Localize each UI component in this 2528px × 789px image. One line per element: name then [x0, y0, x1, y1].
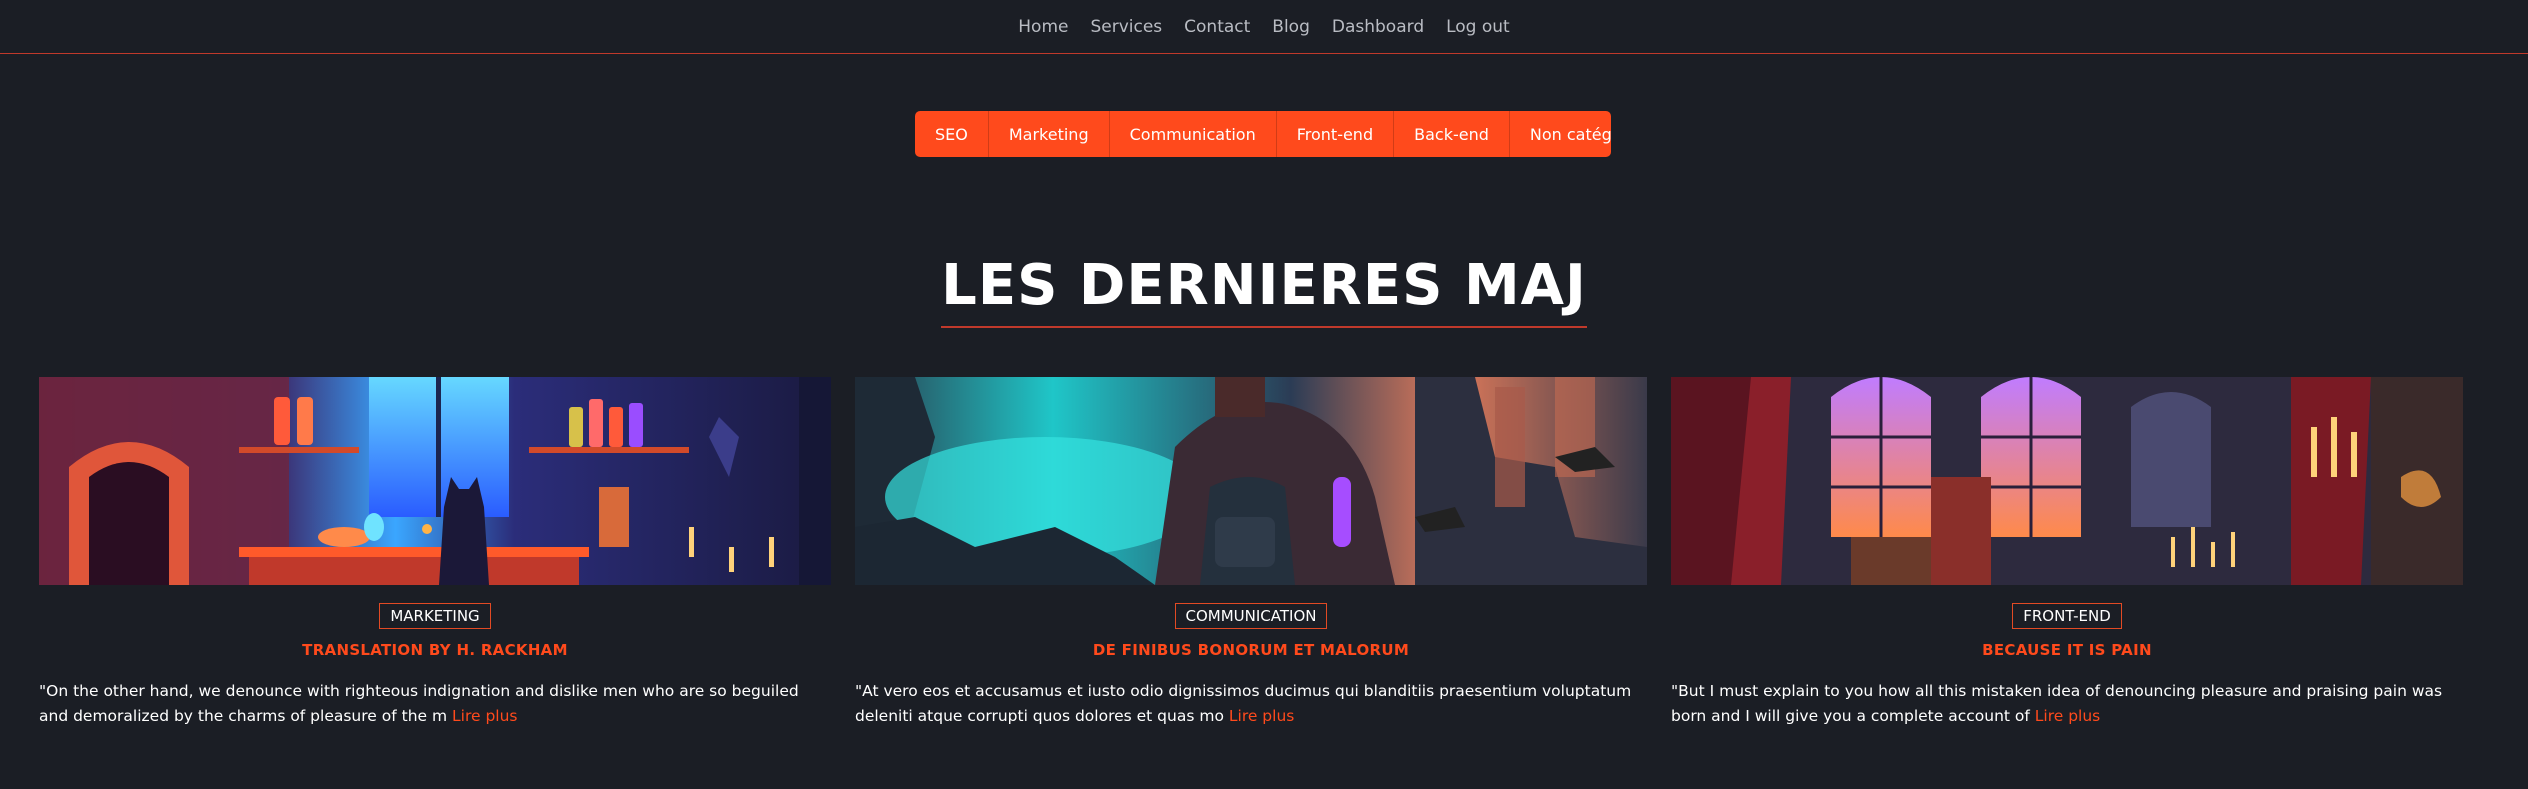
post-card: FRONT-END BECAUSE IT IS PAIN "But I must…	[1671, 377, 2463, 777]
nav-blog-link[interactable]: Blog	[1272, 17, 1310, 37]
category-frontend-button[interactable]: Front-end	[1277, 111, 1395, 157]
nav-logout-link[interactable]: Log out	[1446, 17, 1510, 37]
category-filter-bar: SEO Marketing Communication Front-end Ba…	[915, 111, 1611, 157]
nav-dashboard-link[interactable]: Dashboard	[1332, 17, 1424, 37]
post-excerpt: "At vero eos et accusamus et iusto odio …	[855, 679, 1647, 729]
read-more-link[interactable]: Lire plus	[452, 707, 517, 725]
post-thumbnail-image[interactable]	[1671, 377, 2463, 585]
post-category-badge[interactable]: MARKETING	[379, 603, 491, 629]
post-title[interactable]: BECAUSE IT IS PAIN	[1671, 641, 2463, 659]
category-seo-button[interactable]: SEO	[915, 111, 989, 157]
post-title[interactable]: DE FINIBUS BONORUM ET MALORUM	[855, 641, 1647, 659]
read-more-link[interactable]: Lire plus	[2035, 707, 2100, 725]
top-navigation: Home Services Contact Blog Dashboard Log…	[0, 0, 2528, 54]
post-card: COMMUNICATION DE FINIBUS BONORUM ET MALO…	[855, 377, 1647, 777]
witch-cat-room-illustration	[39, 377, 831, 585]
category-uncategorized-button[interactable]: Non catégorisé	[1510, 111, 1611, 157]
post-thumbnail-image[interactable]	[39, 377, 831, 585]
post-card: MARKETING TRANSLATION BY H. RACKHAM "On …	[39, 377, 831, 777]
gothic-interior-illustration	[1671, 377, 2463, 585]
section-header: LES DERNIERES MAJ	[0, 254, 2528, 328]
nav-contact-link[interactable]: Contact	[1184, 17, 1250, 37]
post-excerpt: "But I must explain to you how all this …	[1671, 679, 2463, 729]
category-backend-button[interactable]: Back-end	[1394, 111, 1510, 157]
section-title: LES DERNIERES MAJ	[941, 254, 1587, 328]
post-excerpt-text: "On the other hand, we denounce with rig…	[39, 682, 799, 725]
category-marketing-button[interactable]: Marketing	[989, 111, 1110, 157]
nav-home-link[interactable]: Home	[1018, 17, 1068, 37]
post-excerpt: "On the other hand, we denounce with rig…	[39, 679, 831, 729]
category-communication-button[interactable]: Communication	[1110, 111, 1277, 157]
read-more-link[interactable]: Lire plus	[1229, 707, 1294, 725]
post-category-badge[interactable]: FRONT-END	[2012, 603, 2122, 629]
post-category-badge[interactable]: COMMUNICATION	[1174, 603, 1328, 629]
nav-services-link[interactable]: Services	[1090, 17, 1162, 37]
post-thumbnail-image[interactable]	[855, 377, 1647, 585]
post-title[interactable]: TRANSLATION BY H. RACKHAM	[39, 641, 831, 659]
hooded-traveler-illustration	[855, 377, 1647, 585]
